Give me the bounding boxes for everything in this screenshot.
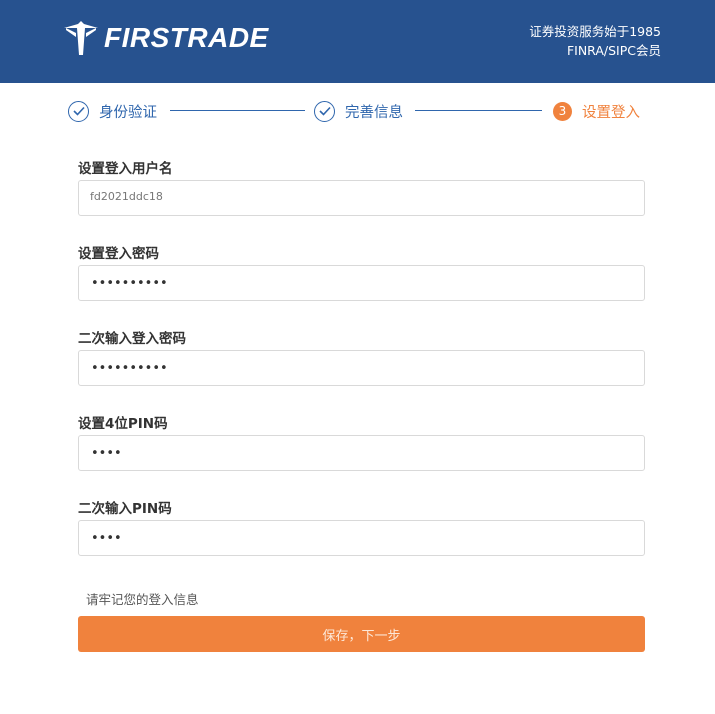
step-label: 设置登入 [582,104,640,121]
step-connector [170,110,305,111]
header-tagline: 证券投资服务始于1985 FINRA/SIPC会员 [529,22,661,60]
tagline-membership: FINRA/SIPC会员 [566,43,661,58]
step-label: 完善信息 [345,104,403,121]
step-complete-info: 完善信息 [314,98,403,124]
step-set-login: 3 设置登入 [553,98,640,124]
reminder-text: 请牢记您的登入信息 [86,592,199,607]
username-input[interactable] [78,180,645,216]
step-number-badge: 3 [553,101,572,121]
step-connector [415,110,542,111]
username-label: 设置登入用户名 [78,161,173,177]
password-confirm-label: 二次输入登入密码 [78,331,186,347]
password-input[interactable] [78,265,645,301]
pin-label: 设置4位PIN码 [78,416,168,432]
password-confirm-input[interactable] [78,350,645,386]
password-label: 设置登入密码 [78,246,159,262]
progress-steps: 身份验证 完善信息 3 设置登入 [68,98,646,124]
pin-input[interactable] [78,435,645,471]
save-next-button[interactable]: 保存，下一步 [78,616,645,652]
step-label: 身份验证 [99,104,157,121]
check-icon [68,100,89,122]
check-icon [314,100,335,122]
firstrade-logo[interactable]: FIRSTRADE [64,20,269,56]
pin-confirm-input[interactable] [78,520,645,556]
tagline-since: 证券投资服务始于1985 [529,24,661,39]
brand-name: FIRSTRADE [104,22,269,53]
pin-confirm-label: 二次输入PIN码 [78,501,172,517]
firstrade-arrow-icon [64,21,98,55]
username-value: fd2021ddc18 [90,192,163,201]
step-identity-verification: 身份验证 [68,98,157,124]
site-header: FIRSTRADE 证券投资服务始于1985 FINRA/SIPC会员 [0,0,715,83]
